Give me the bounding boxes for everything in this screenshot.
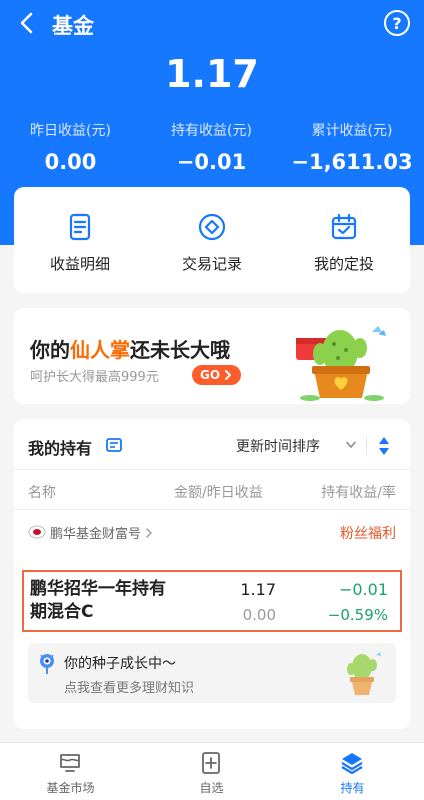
column-header-profit: 持有收益/率	[321, 485, 396, 501]
divider	[14, 509, 410, 510]
calendar-check-icon	[331, 213, 357, 240]
watchlist-icon	[202, 752, 220, 774]
stat-label: 持有收益(元)	[171, 123, 252, 139]
penghua-logo-icon	[28, 525, 46, 539]
seed-subtitle: 点我查看更多理财知识	[64, 681, 195, 696]
cactus-promo-banner[interactable]: 你的仙人掌还未长大哦 呵护长大得最高999元 GO	[14, 308, 410, 404]
quick-action-label: 我的定投	[313, 255, 374, 273]
seed-title: 你的种子成长中～	[64, 656, 176, 672]
help-button[interactable]: ?	[384, 10, 410, 36]
market-icon	[60, 754, 80, 772]
chevron-down-icon	[346, 441, 356, 448]
fund-holding-row[interactable]: 鹏华招华一年持有期混合C 1.17 0.00 −0.01 −0.59%	[22, 570, 402, 632]
divider	[366, 437, 367, 455]
stat-label: 昨日收益(元)	[30, 123, 111, 139]
tab-watchlist[interactable]: 自选	[141, 743, 282, 800]
fund-yesterday-profit: 0.00	[242, 606, 276, 624]
promo-title: 你的仙人掌还未长大哦	[30, 334, 230, 363]
quick-action-trade-records[interactable]: 交易记录	[146, 187, 278, 293]
quick-actions-card: 收益明细 交易记录 我的定投	[14, 187, 410, 293]
column-header-amount: 金额/昨日收益	[174, 485, 263, 501]
tab-label: 基金市场	[46, 781, 95, 795]
fund-amount: 1.17	[240, 580, 276, 599]
stat-value: 0.00	[44, 150, 97, 174]
page-title: 基金	[52, 14, 94, 38]
diamond-icon	[198, 213, 226, 241]
profit-stats: 昨日收益(元) 0.00 持有收益(元) −0.01 累计收益(元) −1,61…	[0, 120, 424, 180]
quick-action-label: 交易记录	[181, 255, 242, 273]
cactus-pot-illustration	[296, 326, 386, 401]
promo-title-pre: 你的	[30, 338, 70, 362]
brand-link[interactable]: 鹏华基金财富号	[50, 523, 153, 542]
question-icon: ?	[392, 13, 402, 33]
my-holdings-card: 我的持有 更新时间排序 名称 金额/昨日收益 持有收益/率 鹏华基金财富号 粉丝…	[14, 419, 410, 729]
promo-title-highlight: 仙人掌	[70, 338, 130, 362]
grid-icon[interactable]	[106, 437, 122, 453]
sort-selector[interactable]: 更新时间排序	[236, 436, 320, 456]
sort-order-icon[interactable]	[378, 435, 390, 457]
fund-profit-rate: −0.59%	[327, 606, 388, 624]
chevron-right-icon	[146, 528, 153, 538]
promo-subtitle: 呵护长大得最高999元	[30, 370, 159, 385]
total-assets: 1.17	[165, 52, 259, 96]
back-button[interactable]	[12, 9, 40, 37]
back-arrow-icon	[20, 12, 33, 34]
brand-name-text: 鹏华基金财富号	[50, 527, 142, 542]
quick-action-earnings-detail[interactable]: 收益明细	[14, 187, 146, 293]
tab-label: 持有	[340, 781, 365, 795]
quick-action-label: 收益明细	[49, 255, 110, 273]
fund-name: 鹏华招华一年持有期混合C	[30, 579, 166, 622]
stat-holding: 持有收益(元) −0.01	[141, 120, 282, 174]
tab-holdings[interactable]: 持有	[282, 743, 423, 800]
promo-title-post: 还未长大哦	[130, 338, 230, 362]
fund-holding-profit: −0.01	[338, 580, 388, 599]
quick-action-auto-invest[interactable]: 我的定投	[278, 187, 410, 293]
divider	[14, 469, 410, 470]
fan-benefits-link[interactable]: 粉丝福利	[340, 523, 396, 543]
chevron-right-icon	[225, 370, 232, 380]
layers-icon	[341, 753, 363, 775]
go-button[interactable]: GO	[192, 365, 242, 385]
column-header-name: 名称	[28, 485, 56, 501]
top-bar: 基金 ?	[0, 0, 424, 46]
cactus-small-illustration	[347, 652, 381, 695]
tab-fund-market[interactable]: 基金市场	[0, 743, 141, 800]
stat-label: 累计收益(元)	[311, 123, 393, 139]
bottom-tab-bar: 基金市场 自选 持有	[0, 742, 424, 800]
seed-mascot-icon	[40, 654, 54, 674]
stat-yesterday: 昨日收益(元) 0.00	[0, 120, 141, 174]
document-icon	[69, 213, 91, 241]
holdings-title: 我的持有	[28, 439, 93, 458]
stat-value: −1,611.03	[291, 150, 413, 174]
seed-growth-banner[interactable]: 你的种子成长中～ 点我查看更多理财知识	[28, 643, 396, 703]
stat-value: −0.01	[176, 150, 247, 174]
stat-cumulative: 累计收益(元) −1,611.03	[284, 120, 420, 174]
go-button-label: GO	[200, 368, 221, 382]
tab-label: 自选	[199, 781, 224, 795]
